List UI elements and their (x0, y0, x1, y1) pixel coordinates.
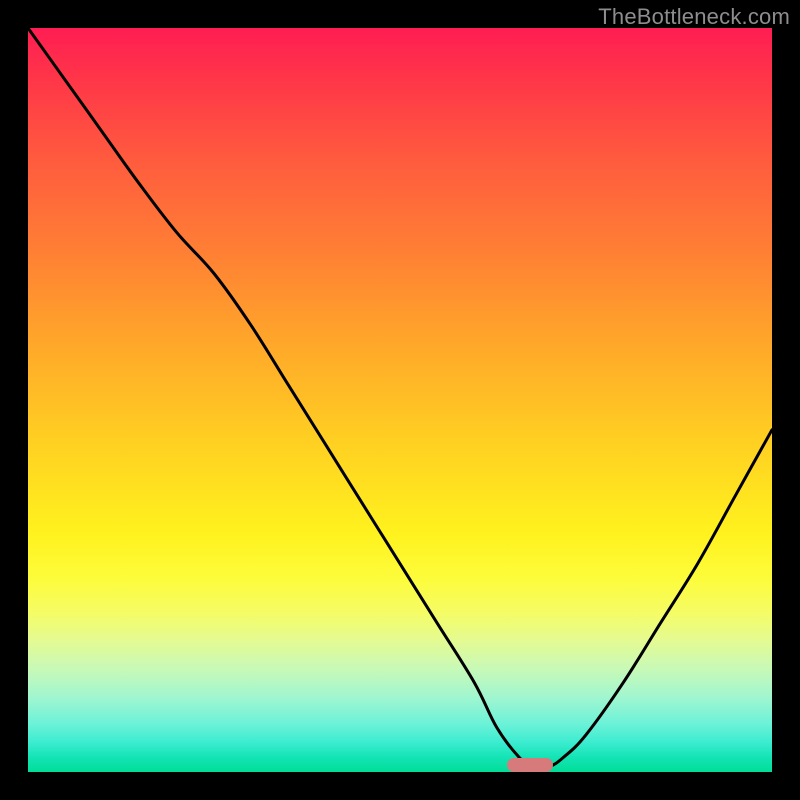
optimal-point-marker (507, 758, 553, 772)
chart-frame: TheBottleneck.com (0, 0, 800, 800)
plot-area (28, 28, 772, 772)
heat-gradient-background (28, 28, 772, 772)
watermark-text: TheBottleneck.com (598, 4, 790, 30)
